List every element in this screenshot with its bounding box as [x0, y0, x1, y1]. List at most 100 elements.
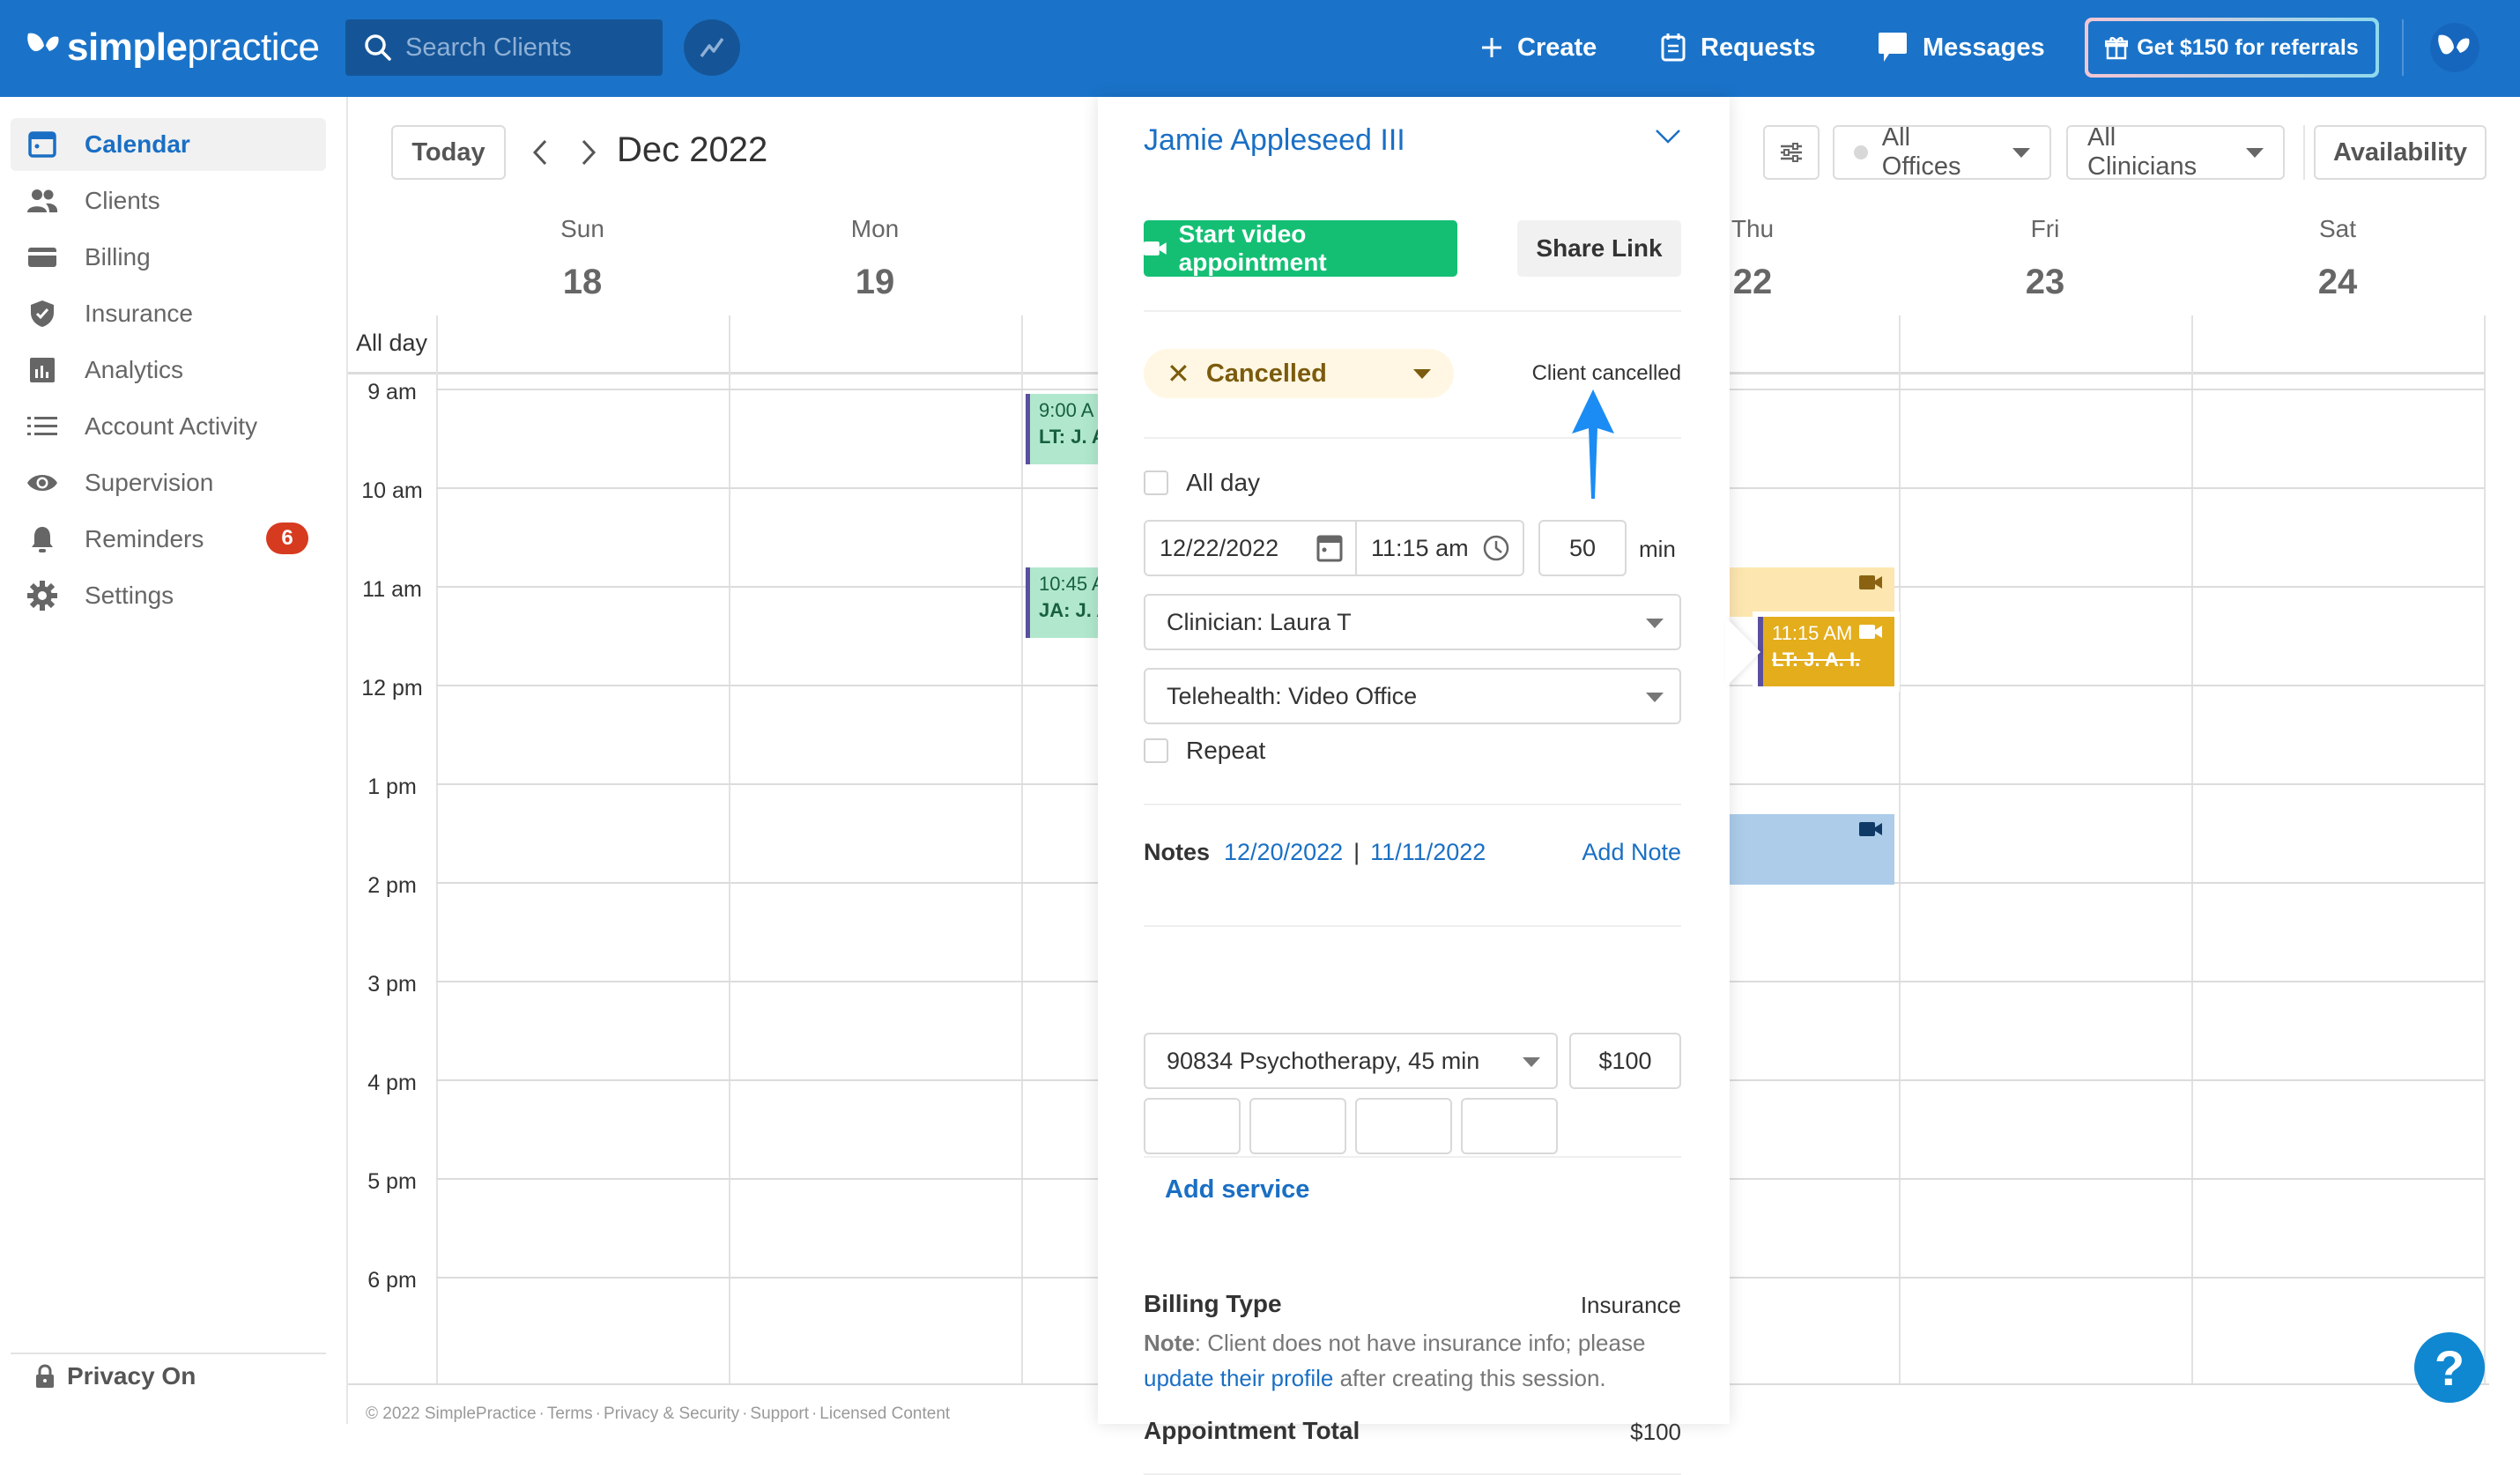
repeat-checkbox[interactable] — [1144, 738, 1168, 763]
search-clients-input[interactable] — [405, 33, 652, 63]
footer-terms-link[interactable]: Terms — [547, 1405, 593, 1423]
day-column-divider — [2484, 315, 2486, 1385]
footer-copyright: © 2022 SimplePractice — [366, 1405, 537, 1423]
share-link-button[interactable]: Share Link — [1517, 220, 1681, 277]
chevron-left-icon — [532, 139, 547, 166]
simplepractice-logo[interactable]: simple practice — [25, 23, 320, 72]
start-video-appointment-button[interactable]: Start video appointment — [1144, 220, 1457, 277]
caret-down-icon — [1413, 369, 1431, 379]
sidebar-item-label: Insurance — [85, 300, 193, 327]
day-name: Sun — [560, 215, 604, 242]
note-link[interactable]: 11/11/2022 — [1370, 839, 1486, 866]
section-divider — [1144, 310, 1681, 312]
add-service-link[interactable]: Add service — [1165, 1175, 1309, 1204]
sidebar-item-insurance[interactable]: Insurance — [11, 287, 326, 340]
client-name-link[interactable]: Jamie Appleseed III — [1144, 123, 1681, 158]
all-day-checkbox-row[interactable]: All day — [1144, 469, 1260, 497]
help-button[interactable]: ? — [2414, 1332, 2485, 1403]
chevron-down-icon[interactable] — [1655, 129, 1681, 145]
note-link[interactable]: 12/20/2022 — [1224, 839, 1343, 866]
section-divider — [1144, 1156, 1681, 1158]
clinicians-filter-dropdown[interactable]: All Clinicians — [2066, 123, 2285, 181]
hour-label: 3 pm — [367, 972, 417, 997]
day-column-divider — [436, 315, 438, 1385]
sidebar-item-label: Supervision — [85, 469, 214, 496]
chevron-right-icon — [582, 139, 597, 166]
billing-note: Note: Client does not have insurance inf… — [1144, 1325, 1690, 1396]
sidebar-item-label: Clients — [85, 187, 160, 214]
billing-type-value: Insurance — [1580, 1292, 1681, 1318]
availability-label: Availability — [2332, 137, 2468, 167]
previous-week-button[interactable] — [531, 137, 549, 176]
footer-licensed-link[interactable]: Licensed Content — [819, 1405, 950, 1423]
notes-row: Notes 12/20/2022 | 11/11/2022 Add Note — [1144, 839, 1681, 866]
sidebar-item-supervision[interactable]: Supervision — [11, 456, 326, 509]
update-profile-link[interactable]: update their profile — [1144, 1365, 1333, 1391]
sidebar-item-calendar[interactable]: Calendar — [11, 118, 326, 171]
hour-label: 9 am — [367, 380, 417, 404]
sidebar-item-reminders[interactable]: Reminders 6 — [11, 513, 326, 566]
day-header-fri[interactable]: Fri 23 — [1899, 215, 2191, 302]
help-icon: ? — [2434, 1339, 2465, 1396]
sidebar-item-billing[interactable]: Billing — [11, 231, 326, 284]
footer-support-link[interactable]: Support — [750, 1405, 809, 1423]
duration-input[interactable]: 50 — [1538, 520, 1627, 576]
calendar-event-selected[interactable]: 11:15 AM LT: J. A. I. — [1758, 617, 1894, 686]
butterfly-avatar-icon — [2438, 34, 2470, 55]
modifier-input-4[interactable] — [1461, 1098, 1558, 1154]
referral-button[interactable]: Get $150 for referrals — [2085, 18, 2379, 78]
calendar-event[interactable] — [1730, 567, 1894, 617]
modifier-input-1[interactable] — [1144, 1098, 1241, 1154]
modifier-input-3[interactable] — [1355, 1098, 1452, 1154]
day-header-sun[interactable]: Sun 18 — [436, 215, 729, 302]
requests-button[interactable]: Requests — [1660, 25, 1816, 70]
butterfly-logo-icon — [27, 33, 59, 52]
sidebar-item-clients[interactable]: Clients — [11, 174, 326, 227]
sidebar-item-account-activity[interactable]: Account Activity — [11, 400, 326, 453]
clinician-value: Clinician: Laura T — [1167, 608, 1352, 635]
day-date: 18 — [562, 263, 603, 301]
sidebar-item-settings[interactable]: Settings — [11, 569, 326, 622]
time-field[interactable]: 11:15 am — [1355, 522, 1523, 574]
insights-button[interactable] — [684, 19, 740, 76]
note-prefix: Note — [1144, 1330, 1195, 1356]
service-fee-input[interactable]: $100 — [1569, 1033, 1681, 1089]
service-code-dropdown[interactable]: 90834 Psychotherapy, 45 min — [1144, 1033, 1558, 1089]
today-button[interactable]: Today — [391, 125, 506, 180]
message-bubble-icon — [1879, 33, 1907, 62]
clinician-dropdown[interactable]: Clinician: Laura T — [1144, 594, 1681, 650]
reminders-count-badge: 6 — [266, 523, 308, 554]
fee-value: $100 — [1598, 1047, 1652, 1074]
privacy-toggle[interactable]: Privacy On — [35, 1362, 196, 1390]
repeat-checkbox-row[interactable]: Repeat — [1144, 737, 1265, 765]
account-menu-button[interactable] — [2430, 23, 2479, 72]
appointment-status-dropdown[interactable]: ✕ Cancelled — [1144, 349, 1454, 398]
clock-icon[interactable] — [1482, 534, 1510, 562]
search-icon — [365, 34, 391, 61]
date-field[interactable]: 12/22/2022 — [1145, 522, 1355, 574]
availability-button[interactable]: Availability — [2314, 125, 2487, 180]
create-button[interactable]: Create — [1480, 25, 1597, 70]
add-note-link[interactable]: Add Note — [1582, 839, 1681, 866]
modifier-input-2[interactable] — [1249, 1098, 1346, 1154]
search-clients-box[interactable] — [345, 19, 663, 76]
calendar-picker-icon[interactable] — [1316, 534, 1343, 562]
offices-filter-dropdown[interactable]: All Offices — [1833, 123, 2051, 181]
day-date: 23 — [2025, 263, 2065, 301]
annotation-arrow-icon — [1572, 389, 1614, 499]
footer-privacy-link[interactable]: Privacy & Security — [604, 1405, 739, 1423]
hour-label: 2 pm — [367, 873, 417, 898]
calendar-settings-button[interactable] — [1763, 125, 1820, 180]
messages-button[interactable]: Messages — [1877, 25, 2045, 70]
hour-label: 6 pm — [367, 1268, 417, 1293]
hour-label: 4 pm — [367, 1071, 417, 1095]
day-header-sat[interactable]: Sat 24 — [2191, 215, 2484, 302]
all-day-checkbox[interactable] — [1144, 471, 1168, 495]
sidebar: Calendar Clients Billing Insurance Analy… — [0, 97, 348, 1424]
list-icon — [27, 417, 57, 435]
day-header-mon[interactable]: Mon 19 — [729, 215, 1021, 302]
calendar-event[interactable] — [1730, 814, 1894, 885]
next-week-button[interactable] — [580, 137, 597, 176]
location-dropdown[interactable]: Telehealth: Video Office — [1144, 668, 1681, 724]
sidebar-item-analytics[interactable]: Analytics — [11, 344, 326, 397]
